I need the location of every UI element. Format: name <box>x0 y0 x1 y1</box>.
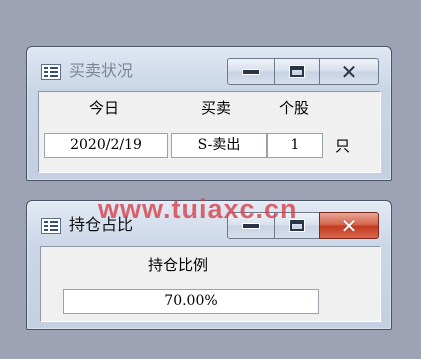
close-button[interactable]: ✕ <box>319 58 379 85</box>
app-form-icon[interactable] <box>41 218 61 234</box>
stock-count-field[interactable]: 1 <box>267 133 323 158</box>
minimize-button[interactable] <box>227 58 275 85</box>
today-header: 今日 <box>89 99 120 117</box>
unit-label: 只 <box>335 137 351 155</box>
titlebar[interactable]: 买卖状况 ✕ <box>27 47 391 89</box>
close-icon: ✕ <box>340 59 358 84</box>
position-ratio-label: 持仓比例 <box>148 256 209 274</box>
stock-count-header: 个股 <box>279 99 310 117</box>
app-form-icon[interactable] <box>41 64 61 80</box>
trade-panel: 今日 买卖 个股 2020/2/19 S-卖出 1 只 <box>38 91 381 173</box>
date-field[interactable]: 2020/2/19 <box>44 133 168 158</box>
minimize-icon <box>242 68 260 75</box>
trade-status-window: 买卖状况 ✕ 今日 买卖 个股 2020/2/19 S-卖出 1 只 <box>26 46 392 181</box>
close-icon: ✕ <box>340 213 358 238</box>
close-button[interactable]: ✕ <box>319 212 379 239</box>
watermark: www.tuiaxc.cn <box>98 194 298 224</box>
maximize-icon <box>289 65 305 78</box>
trade-header: 买卖 <box>201 99 232 117</box>
position-panel: 持仓比例 70.00% <box>40 246 381 322</box>
trade-type-field[interactable]: S-卖出 <box>171 133 267 158</box>
maximize-button[interactable] <box>274 58 320 85</box>
window-title: 买卖状况 <box>69 61 134 80</box>
position-ratio-field[interactable]: 70.00% <box>63 289 319 314</box>
